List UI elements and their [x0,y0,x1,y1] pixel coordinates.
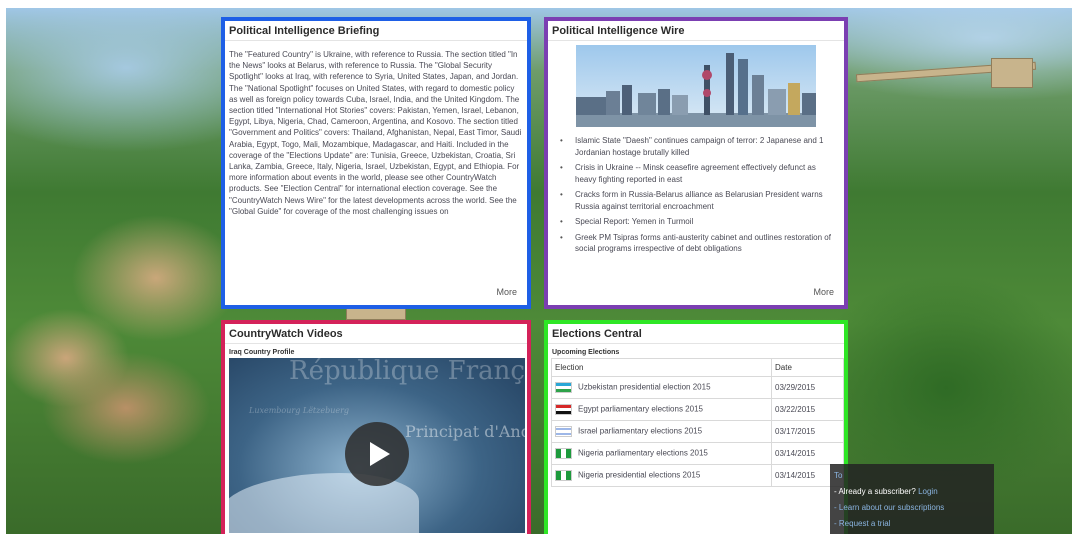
subscriptions-link[interactable]: - Learn about our subscriptions [834,503,944,512]
election-name[interactable]: Egypt parliamentary elections 2015 [578,405,703,414]
subscriber-line: - Already a subscriber? Login [834,484,990,500]
video-subtitle: Iraq Country Profile [229,349,295,356]
election-name[interactable]: Uzbekistan presidential election 2015 [578,383,711,392]
election-name-cell[interactable]: Israel parliamentary elections 2015 [551,420,772,443]
election-date: 03/29/2015 [771,376,844,399]
news-item[interactable]: Greek PM Tsipras forms anti-austerity ca… [558,232,838,255]
request-trial-link[interactable]: - Request a trial [834,519,890,528]
election-name-cell[interactable]: Nigeria parliamentary elections 2015 [551,442,772,465]
election-date: 03/14/2015 [771,442,844,465]
video-ghost-text: Luxembourg Lëtzebuerg [249,406,350,415]
election-name[interactable]: Nigeria parliamentary elections 2015 [578,449,708,458]
background-landscape [6,8,1072,534]
watchtower [991,58,1033,88]
elections-title: Elections Central [548,324,844,344]
videos-title: CountryWatch Videos [225,324,527,344]
videos-panel: CountryWatch Videos Iraq Country Profile… [221,320,531,534]
briefing-panel: Political Intelligence Briefing The "Fea… [221,17,531,309]
city-skyline-image [576,45,816,127]
table-row[interactable]: Israel parliamentary elections 2015 03/17… [551,420,844,443]
elections-subtitle: Upcoming Elections [552,349,620,356]
news-item[interactable]: Islamic State "Daesh" continues campaign… [558,135,838,158]
wire-more-link[interactable]: More [813,287,834,297]
flag-icon [555,448,572,459]
election-name-cell[interactable]: Uzbekistan presidential election 2015 [551,376,772,399]
video-ghost-text: République Franç [289,358,525,386]
play-icon [370,442,390,466]
table-row[interactable]: Egypt parliamentary elections 2015 03/22/… [551,398,844,421]
video-ghost-text: Principat d'Andorra [405,422,525,441]
table-row[interactable]: Nigeria parliamentary elections 2015 03/1… [551,442,844,465]
wire-news-list: Islamic State "Daesh" continues campaign… [548,127,844,255]
column-header-election: Election [551,358,772,377]
column-header-date: Date [771,358,844,377]
already-subscriber-text: - Already a subscriber? [834,487,916,496]
briefing-more-link[interactable]: More [496,287,517,297]
briefing-title: Political Intelligence Briefing [225,21,527,41]
video-player[interactable]: République Franç Luxembourg Lëtzebuerg P… [229,358,525,533]
election-name-cell[interactable]: Egypt parliamentary elections 2015 [551,398,772,421]
briefing-text: The "Featured Country" is Ukraine, with … [229,50,522,216]
news-item[interactable]: Crisis in Ukraine -- Minsk ceasefire agr… [558,162,838,185]
table-header-row: Election Date [551,358,844,377]
flag-icon [555,404,572,415]
table-row[interactable]: Nigeria presidential elections 2015 03/14… [551,464,844,487]
election-name[interactable]: Nigeria presidential elections 2015 [578,471,700,480]
election-date: 03/22/2015 [771,398,844,421]
flag-icon [555,382,572,393]
great-wall-segment [346,308,406,320]
wire-title: Political Intelligence Wire [548,21,844,41]
election-date: 03/17/2015 [771,420,844,443]
subscriber-box-header: To [834,471,843,480]
subscriber-box: To - Already a subscriber? Login - Learn… [830,464,994,534]
news-item[interactable]: Cracks form in Russia-Belarus alliance a… [558,189,838,212]
table-row[interactable]: Uzbekistan presidential election 2015 03/… [551,376,844,399]
flag-icon [555,426,572,437]
login-link[interactable]: Login [918,487,938,496]
flag-icon [555,470,572,481]
elections-panel: Elections Central Upcoming Elections Ele… [544,320,848,534]
play-button[interactable] [345,422,409,486]
elections-table: Election Date Uzbekistan presidential el… [551,358,844,487]
election-name[interactable]: Israel parliamentary elections 2015 [578,427,702,436]
news-item[interactable]: Special Report: Yemen in Turmoil [558,216,838,228]
wire-panel: Political Intelligence Wire Islamic Stat… [544,17,848,309]
election-name-cell[interactable]: Nigeria presidential elections 2015 [551,464,772,487]
